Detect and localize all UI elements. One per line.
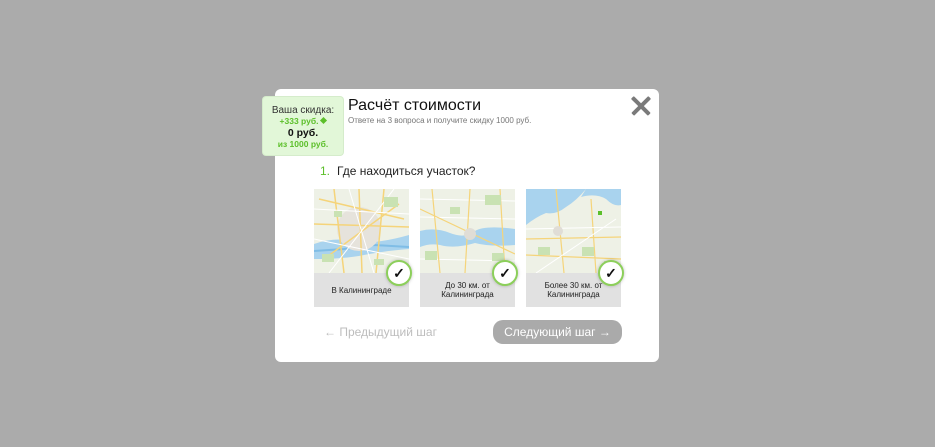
option-card-kaliningrad[interactable]: В Калининграде <box>314 189 409 307</box>
close-icon[interactable] <box>631 96 651 116</box>
modal-subtitle: Ответе на 3 вопроса и получите скидку 10… <box>348 116 532 125</box>
check-icon: ✓ <box>386 260 412 286</box>
discount-increment: +333 руб. <box>263 116 343 127</box>
discount-total: из 1000 руб. <box>277 139 329 149</box>
modal-title: Расчёт стоимости <box>348 97 482 114</box>
next-step-button[interactable]: Следующий шаг → <box>493 320 622 344</box>
question-number: 1. <box>320 164 331 178</box>
discount-label: Ваша скидка: <box>271 105 335 116</box>
option-card-within-30km[interactable]: До 30 км. от Калининграда <box>420 189 515 307</box>
discount-badge: Ваша скидка: +333 руб. 0 руб. из 1000 ру… <box>263 97 343 155</box>
gem-icon <box>320 116 328 125</box>
check-icon: ✓ <box>492 260 518 286</box>
option-card-beyond-30km[interactable]: Более 30 км. от Калининграда <box>526 189 621 307</box>
question-heading: 1. Где находиться участок? <box>320 164 475 178</box>
check-icon: ✓ <box>598 260 624 286</box>
question-text: Где находиться участок? <box>337 164 476 178</box>
prev-step-button[interactable]: ← Предыдущий шаг <box>324 325 437 339</box>
discount-current: 0 руб. <box>287 127 319 139</box>
